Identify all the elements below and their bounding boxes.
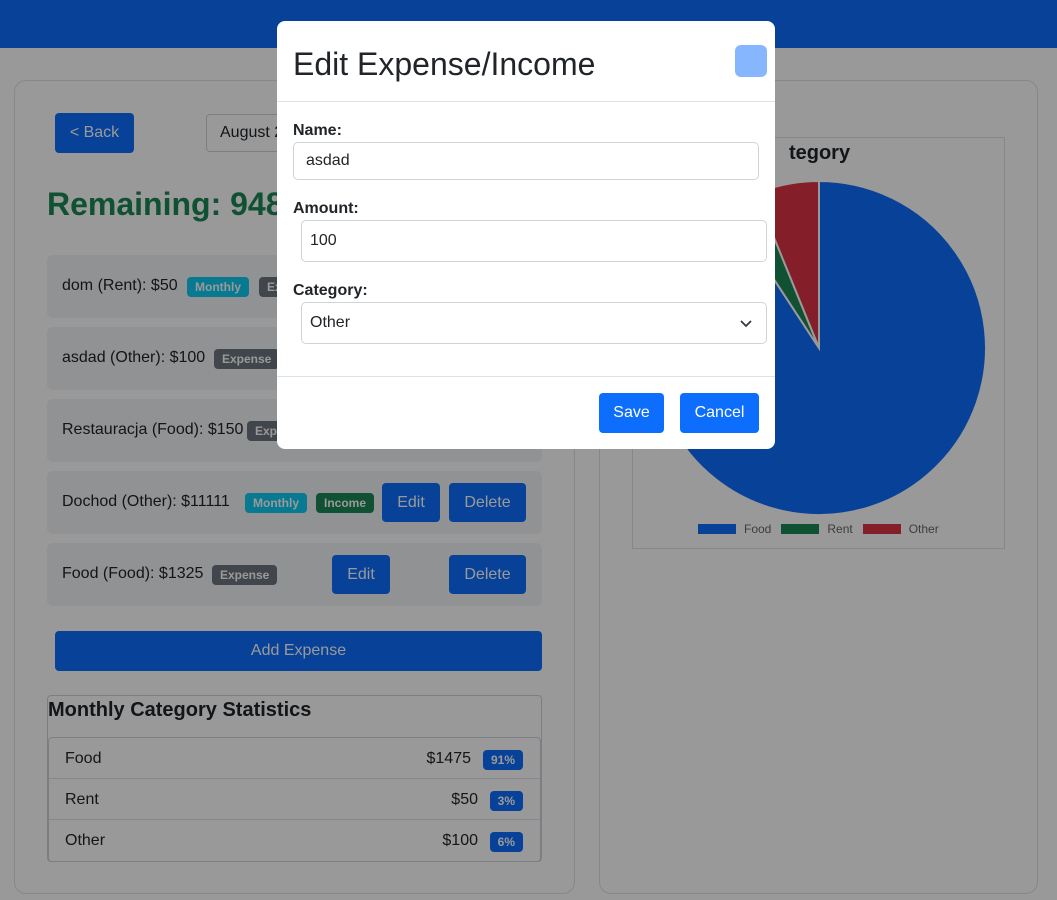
- save-button[interactable]: Save: [599, 393, 664, 433]
- name-label: Name:: [293, 122, 342, 139]
- category-select[interactable]: Other: [301, 302, 767, 344]
- amount-label: Amount:: [293, 200, 359, 217]
- close-button[interactable]: [735, 45, 767, 77]
- amount-field[interactable]: 100: [301, 220, 767, 262]
- cancel-button[interactable]: Cancel: [680, 393, 759, 433]
- divider: [277, 376, 775, 377]
- category-label: Category:: [293, 282, 368, 299]
- category-value: Other: [310, 314, 351, 331]
- modal-title: Edit Expense/Income: [293, 46, 596, 82]
- chevron-down-icon: [740, 320, 752, 328]
- name-field[interactable]: asdad: [293, 142, 759, 180]
- edit-modal: Edit Expense/Income Name: asdad Amount: …: [277, 21, 775, 449]
- divider: [277, 101, 775, 102]
